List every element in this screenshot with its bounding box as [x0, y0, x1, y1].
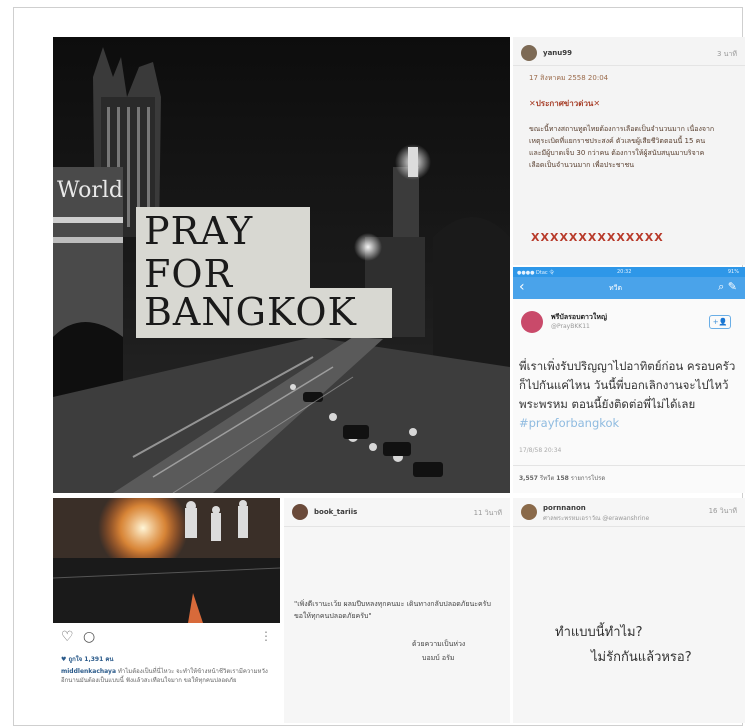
tweet-stats: 3,557 รีทวีต 158 รายการโปรด [519, 473, 605, 483]
pray-for-bangkok-photo: World PRAY FOR BANGKOK [53, 37, 510, 493]
question-card: pornnanon ศาลพระพรหมเอราวัณ @erawanshrin… [513, 498, 745, 723]
tweet-text: พี่เราเพิ่งรับปริญญาไปอาทิตย์ก่อน ครอบคร… [519, 357, 739, 433]
twitter-nav-bar: ‹ ทวีต ⌕ ✎ [513, 277, 745, 299]
follow-button[interactable]: +👤 [709, 315, 731, 329]
tweet-screenshot: ●●●● Dtac 令 20:32 91% ‹ ทวีต ⌕ ✎ พรีบัลร… [513, 267, 745, 493]
card2-username[interactable]: book_tariis [314, 508, 357, 516]
card2-sign-line2: บอมบ์ อรัม [422, 654, 455, 662]
card3-time-ago: 16 วินาที [708, 507, 737, 515]
retweet-count: 3,557 [519, 475, 538, 482]
more-options-icon[interactable]: ⋮ [260, 629, 272, 643]
card3-line2: ไม่รักกันแล้วหรอ? [591, 650, 692, 665]
nav-title: ทวีต [609, 284, 623, 292]
card2-sign-line1: ด้วยความเป็นห่วง [412, 640, 466, 648]
card3-subtitle[interactable]: ศาลพระพรหมเอราวัณ @erawanshrine [543, 513, 649, 523]
card2-time-ago: 11 วินาที [473, 509, 502, 517]
retweet-label: รีทวีต [539, 475, 555, 482]
avatar [521, 504, 537, 520]
quote-card: book_tariis 11 วินาที "เพิ่งตีเรานะเว้ย … [284, 498, 510, 723]
card3-line1: ทำแบบนี้ทำไม? [555, 625, 643, 640]
avatar [521, 45, 537, 61]
comment-icon[interactable]: ○ [83, 629, 95, 645]
tweet-avatar [521, 311, 543, 333]
tweet-timestamp: 17/8/58 20:34 [519, 447, 562, 454]
tweet-display-name[interactable]: พรีบัลรอบตาวใหญ่ [551, 312, 607, 323]
pray-text-box-line3: BANGKOK [136, 288, 392, 338]
fire-scene [53, 498, 280, 623]
back-chevron-icon[interactable]: ‹ [519, 279, 525, 295]
instagram-post-meta: ♡ ○ ⋮ ♥ ถูกใจ 1,391 คน middlenkachaya ทำ… [53, 623, 280, 723]
note-username[interactable]: yanu99 [543, 49, 572, 57]
card2-quote: "เพิ่งตีเรานะเว้ย ผลมปีบหลงทุกคนมะ เดินท… [294, 600, 491, 620]
card3-divider [513, 526, 745, 527]
pray-line1: PRAY [144, 209, 254, 253]
note-heading-text: ประกาศข่าวด่วน [535, 99, 594, 108]
tweet-body: พี่เราเพิ่งรับปริญญาไปอาทิตย์ก่อน ครอบคร… [519, 359, 736, 411]
carrier-signal: ●●●● Dtac 令 [517, 270, 555, 276]
x-mark-icon: ✕ [529, 99, 536, 108]
avatar [292, 504, 308, 520]
note-heading: ✕ประกาศข่าวด่วน✕ [529, 97, 600, 110]
heart-icon[interactable]: ♡ [61, 629, 74, 645]
x-mark-icon: ✕ [593, 99, 601, 108]
card2-divider [284, 526, 510, 527]
caption: middlenkachaya ทำไมต้องเป็นที่นี่ไหวะ จะ… [61, 667, 273, 685]
mall-sign-text: World [57, 178, 123, 203]
battery-level: 91% [727, 269, 739, 275]
note-date: 17 สิงหาคม 2558 20:04 [529, 74, 609, 82]
tweet-divider [513, 465, 745, 466]
like-count: 158 [556, 475, 569, 482]
like-label: รายการโปรด [570, 475, 606, 482]
note-x-row: XXXXXXXXXXXXXX [531, 231, 664, 244]
note-body: ขณะนี้ทางสถานทูตไทยต้องการเลือดเป็นจำนวน… [529, 125, 715, 169]
note-divider [513, 65, 745, 66]
hashtag-link[interactable]: #prayforbangkok [519, 416, 619, 430]
search-compose-icons[interactable]: ⌕ ✎ [718, 280, 737, 294]
note-time-ago: 3 นาที [716, 50, 737, 58]
tweet-handle: @PrayBKK11 [551, 323, 590, 330]
caption-user[interactable]: middlenkachaya [61, 668, 116, 675]
night-street-photo [53, 498, 280, 623]
note-card: yanu99 3 นาที 17 สิงหาคม 2558 20:04 ✕ประ… [513, 37, 745, 265]
pray-line3: BANGKOK [144, 290, 357, 334]
card3-username[interactable]: pornnanon [543, 504, 586, 512]
status-time: 20:32 [617, 269, 632, 275]
phone-status-bar: ●●●● Dtac 令 20:32 91% [513, 267, 745, 277]
like-count-line: ♥ ถูกใจ 1,391 คน [61, 656, 114, 663]
